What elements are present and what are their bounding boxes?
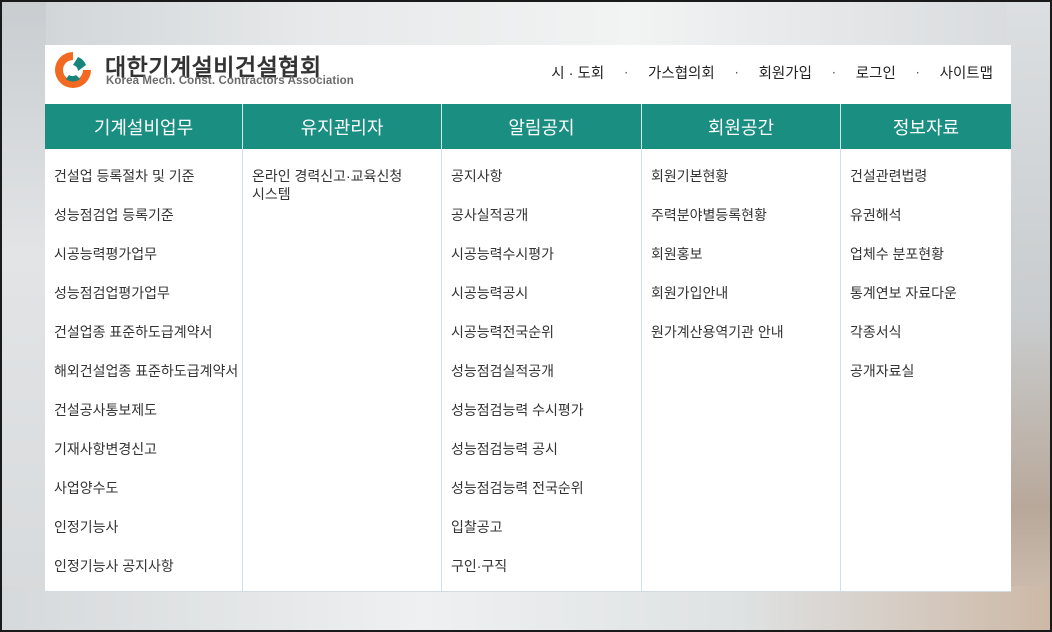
submenu-item[interactable]: 시공능력공시 [442,284,641,323]
association-logo-icon[interactable] [52,49,94,91]
submenu-item[interactable]: 원가계산용역기관 안내 [642,323,840,362]
submenu-columns: 건설업 등록절차 및 기준 성능점검업 등록기준 시공능력평가업무 성능점검업평… [45,149,1011,592]
menu-head-maintenance[interactable]: 유지관리자 [243,104,442,149]
submenu-item[interactable]: 회원홍보 [642,245,840,284]
background-image [1006,2,1050,630]
util-separator: · [831,65,836,80]
submenu-item[interactable]: 업체수 분포현황 [841,245,1011,284]
submenu-item[interactable]: 건설업 등록절차 및 기준 [45,167,242,206]
submenu-members: 회원기본현황 주력분야별등록현황 회원홍보 회원가입안내 원가계산용역기관 안내 [642,149,841,591]
submenu-item[interactable]: 사업양수도 [45,479,242,518]
submenu-item[interactable]: 건설업종 표준하도급계약서 [45,323,242,362]
util-link-regional[interactable]: 시 · 도회 [551,62,604,83]
menu-head-mech-facility[interactable]: 기계설비업무 [45,104,243,149]
submenu-item[interactable]: 통계연보 자료다운 [841,284,1011,323]
util-separator: · [734,65,739,80]
menu-head-notices[interactable]: 알림공지 [442,104,642,149]
background-image [2,2,46,630]
util-separator: · [915,65,920,80]
submenu-item[interactable]: 시공능력전국순위 [442,323,641,362]
submenu-item[interactable]: 인정기능사 [45,518,242,557]
submenu-item[interactable]: 시공능력평가업무 [45,245,242,284]
submenu-item[interactable]: 공개자료실 [841,362,1011,401]
submenu-item[interactable]: 구인·구직 [442,557,641,596]
submenu-item[interactable]: 시공능력수시평가 [442,245,641,284]
background-image [2,2,1050,46]
submenu-item[interactable]: 인정기능사 공지사항 [45,557,242,596]
submenu-maintenance: 온라인 경력신고·교육신청 시스템 [243,149,442,591]
utility-nav: 시 · 도회 · 가스협의회 · 회원가입 · 로그인 · 사이트맵 [551,62,993,83]
submenu-item[interactable]: 성능점검능력 수시평가 [442,401,641,440]
background-frame: 대한기계설비건설협회 Korea Mech. Const. Contractor… [0,0,1052,632]
submenu-info: 건설관련법령 유권해석 업체수 분포현황 통계연보 자료다운 각종서식 공개자료… [841,149,1011,591]
util-link-login[interactable]: 로그인 [856,62,896,83]
submenu-item[interactable]: 공지사항 [442,167,641,206]
submenu-item[interactable]: 각종서식 [841,323,1011,362]
menu-head-members[interactable]: 회원공간 [642,104,841,149]
util-link-sitemap[interactable]: 사이트맵 [940,62,993,83]
submenu-item[interactable]: 온라인 경력신고·교육신청 시스템 [243,167,418,203]
submenu-notices: 공지사항 공사실적공개 시공능력수시평가 시공능력공시 시공능력전국순위 성능점… [442,149,642,591]
submenu-item[interactable]: 유권해석 [841,206,1011,245]
util-link-gas-council[interactable]: 가스협의회 [648,62,715,83]
submenu-item[interactable]: 기재사항변경신고 [45,440,242,479]
submenu-item[interactable]: 성능점검실적공개 [442,362,641,401]
util-link-join[interactable]: 회원가입 [759,62,812,83]
submenu-item[interactable]: 건설관련법령 [841,167,1011,206]
submenu-item[interactable]: 회원가입안내 [642,284,840,323]
submenu-item[interactable]: 회원기본현황 [642,167,840,206]
brand-subtitle: Korea Mech. Const. Contractors Associati… [106,75,354,87]
submenu-item[interactable]: 주력분야별등록현황 [642,206,840,245]
submenu-item[interactable]: 해외건설업종 표준하도급계약서 [45,362,242,401]
submenu-item[interactable]: 건설공사통보제도 [45,401,242,440]
submenu-item[interactable]: 공사실적공개 [442,206,641,245]
util-separator: · [624,65,629,80]
site-menu-panel: 대한기계설비건설협회 Korea Mech. Const. Contractor… [45,45,1011,592]
submenu-item[interactable]: 성능점검능력 공시 [442,440,641,479]
submenu-item[interactable]: 입찰공고 [442,518,641,557]
header: 대한기계설비건설협회 Korea Mech. Const. Contractor… [45,45,1011,104]
submenu-item[interactable]: 성능점검능력 전국순위 [442,479,641,518]
menu-head-info[interactable]: 정보자료 [841,104,1011,149]
main-menu-bar: 기계설비업무 유지관리자 알림공지 회원공간 정보자료 [45,104,1011,149]
submenu-item[interactable]: 성능점검업평가업무 [45,284,242,323]
submenu-item[interactable]: 성능점검업 등록기준 [45,206,242,245]
submenu-mech-facility: 건설업 등록절차 및 기준 성능점검업 등록기준 시공능력평가업무 성능점검업평… [45,149,243,591]
